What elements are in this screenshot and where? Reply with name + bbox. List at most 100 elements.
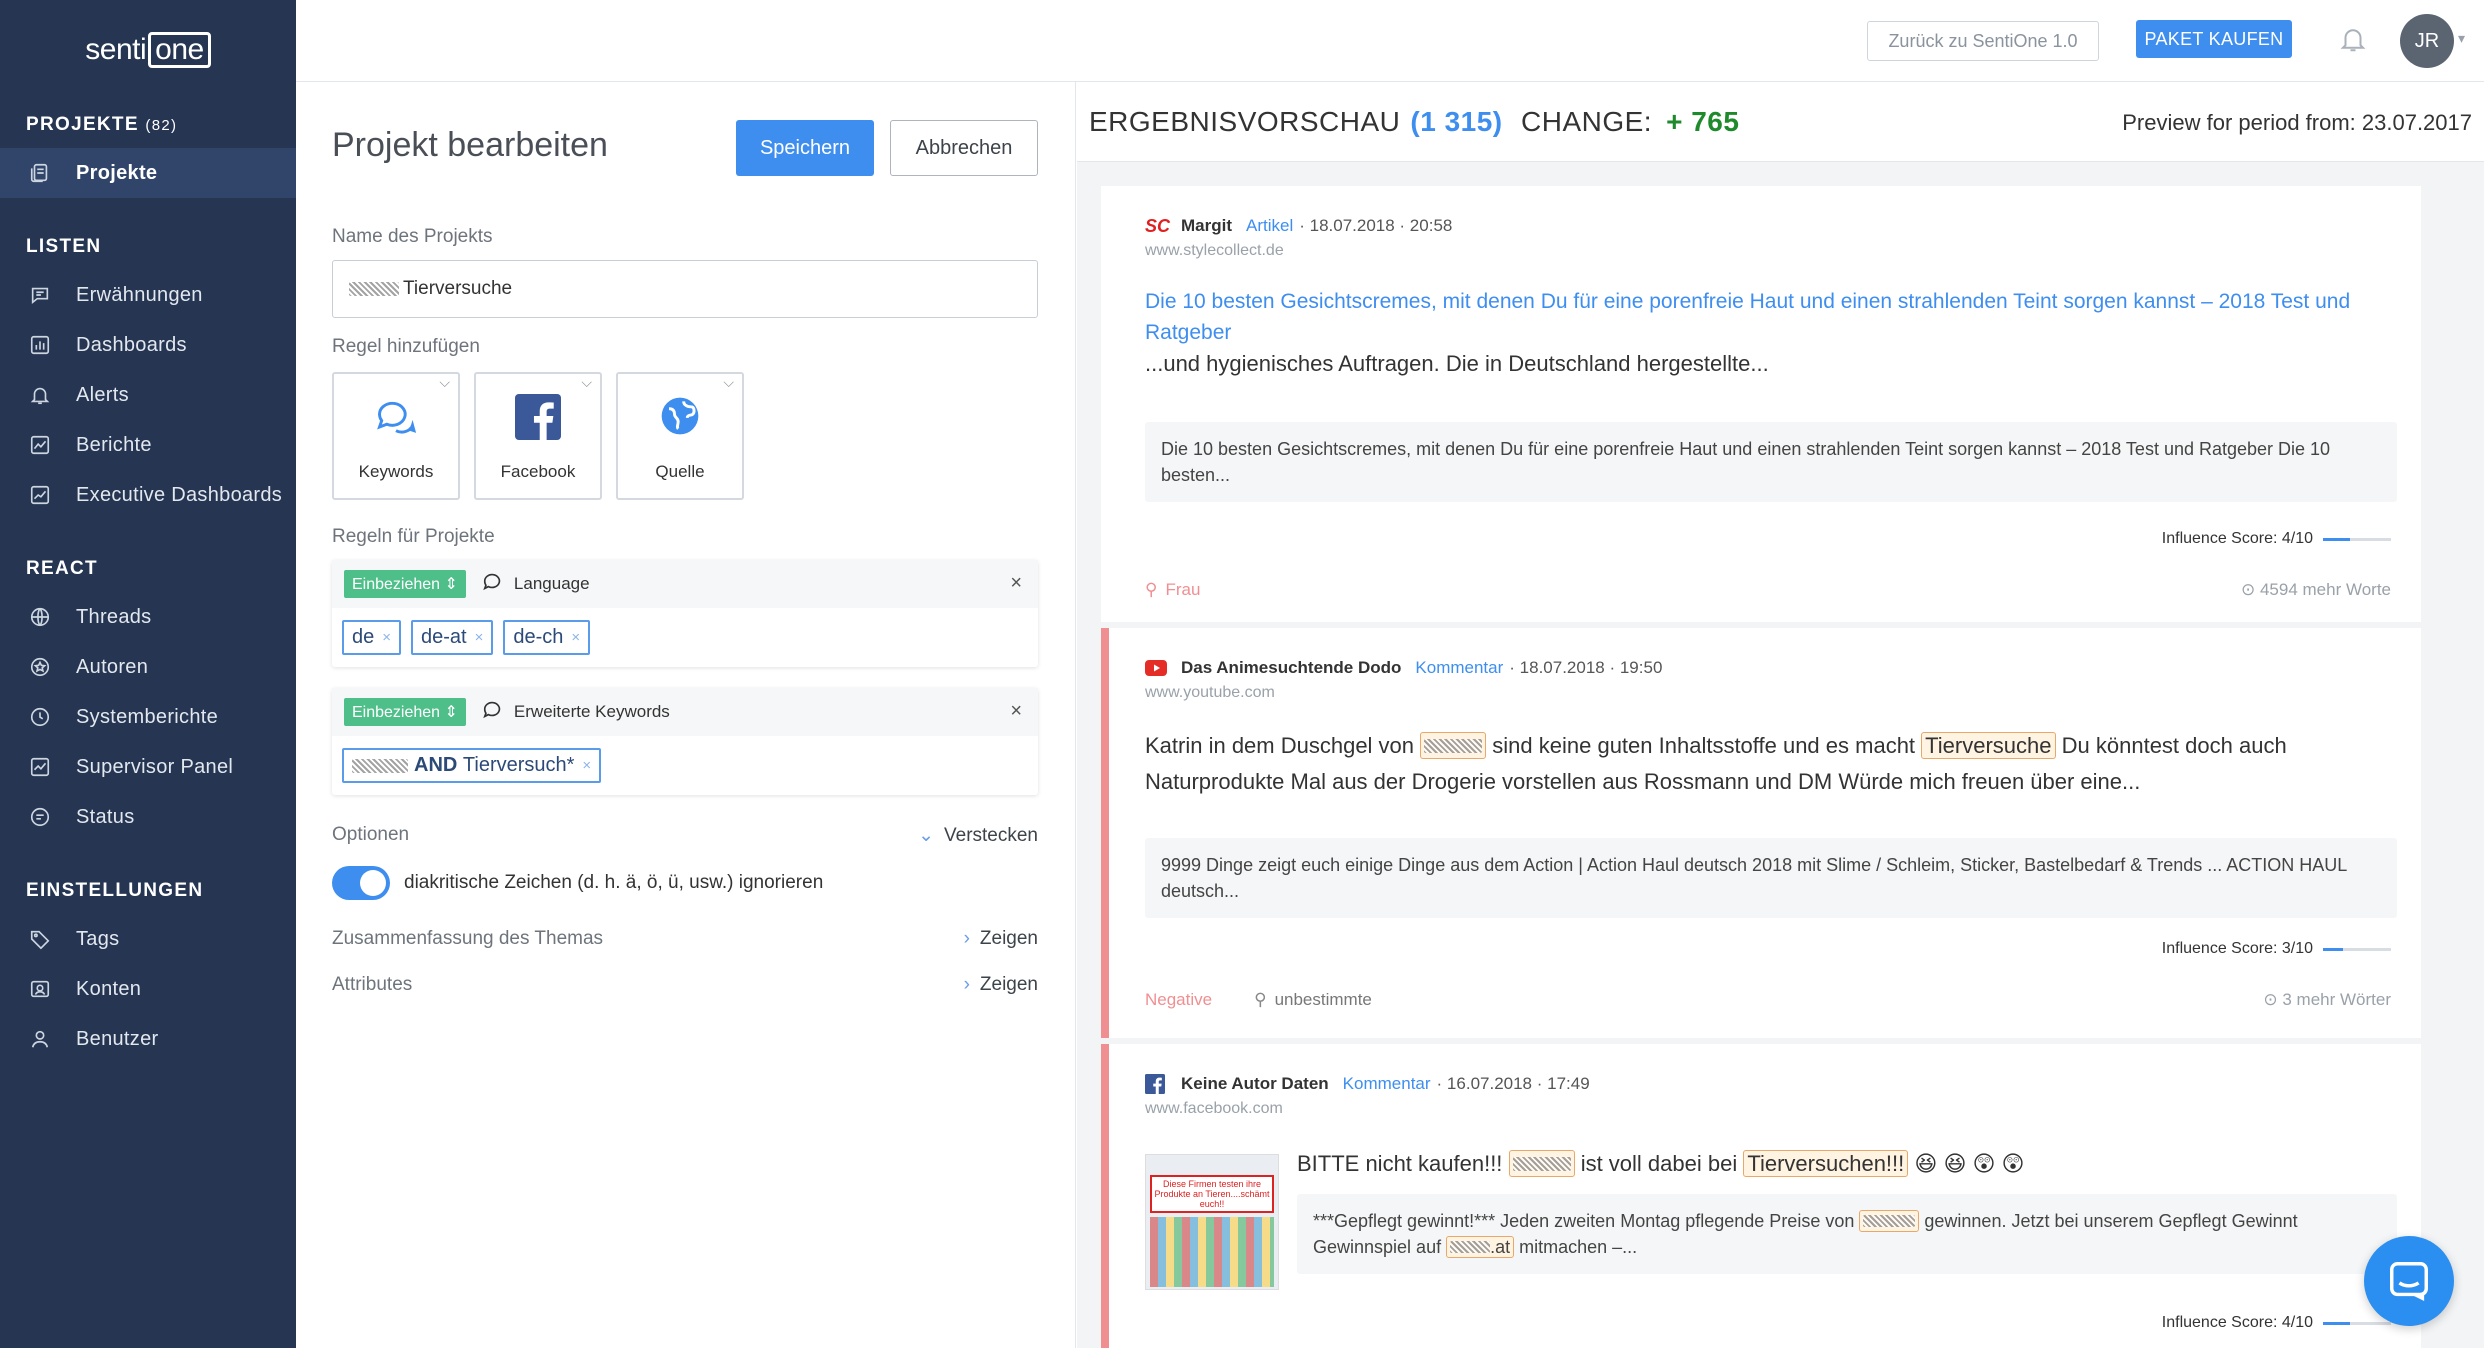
mention-author[interactable]: Das Animesuchtende Dodo [1181, 658, 1401, 678]
language-chip[interactable]: de-ch × [503, 620, 591, 655]
sidebar-item-executive-dashboards[interactable]: Executive Dashboards [0, 470, 296, 520]
sidebar-item-supervisor-panel[interactable]: Supervisor Panel [0, 742, 296, 792]
sidebar-item-erwaehnungen[interactable]: Erwähnungen [0, 270, 296, 320]
globe-icon [618, 394, 742, 444]
sidebar-item-tags[interactable]: Tags [0, 914, 296, 964]
save-button[interactable]: Speichern [736, 120, 874, 176]
blurred-brand-logo [349, 282, 399, 296]
chevron-down-icon: ⌵ [723, 374, 734, 390]
show-summary-link[interactable]: › Zeigen [964, 928, 1038, 950]
influence-bar [2323, 947, 2391, 951]
remove-chip-icon[interactable]: × [382, 629, 391, 646]
sidebar-item-autoren[interactable]: Autoren [0, 642, 296, 692]
sentione-logo[interactable]: senti one [0, 0, 296, 100]
sidebar-item-projekte[interactable]: Projekte [0, 148, 296, 198]
female-icon: ⚲ [1145, 580, 1158, 599]
bell-icon [28, 383, 52, 407]
keyword-chip[interactable]: AND Tierversuch* × [342, 748, 602, 783]
close-icon[interactable]: × [1010, 700, 1022, 723]
section-settings: EINSTELLUNGEN [26, 880, 204, 901]
keyword-highlight: Tierversuche [1921, 732, 2056, 759]
influence-score: Influence Score: 4/10 [2162, 1314, 2391, 1332]
mention-site[interactable]: www.facebook.com [1145, 1100, 1283, 1118]
summary-row: Zusammenfassung des Themas › Zeigen [332, 928, 1038, 950]
notification-bell-icon[interactable] [2338, 24, 2368, 54]
more-words[interactable]: ⊙ 4594 mehr Worte [2241, 580, 2391, 600]
remove-chip-icon[interactable]: × [582, 757, 591, 774]
options-row: Optionen ⌄ Verstecken [332, 824, 1038, 847]
sidebar-item-threads[interactable]: Threads [0, 592, 296, 642]
diacritics-toggle[interactable] [332, 866, 390, 900]
chevron-down-icon: ⌵ [581, 374, 592, 390]
project-name-label: Name des Projekts [332, 226, 493, 247]
language-chip[interactable]: de-at × [411, 620, 494, 655]
mention-author[interactable]: Margit [1181, 216, 1232, 236]
blurred-brand-highlight [1859, 1210, 1920, 1232]
mention-card[interactable]: SC Margit Artikel · 18.07.2018 · 20:58 w… [1101, 186, 2421, 622]
project-name-input[interactable]: Tierversuche [332, 260, 1038, 318]
projects-icon [28, 161, 52, 185]
show-attributes-link[interactable]: › Zeigen [964, 974, 1038, 996]
executive-chart-icon [28, 483, 52, 507]
mention-quote: Die 10 besten Gesichtscremes, mit denen … [1145, 422, 2397, 502]
mention-body: BITTE nicht kaufen!!! ist voll dabei bei… [1297, 1150, 2025, 1177]
gender-tag: unbestimmte [1274, 990, 1372, 1009]
mention-date: · 18.07.2018 · 19:50 [1509, 658, 1663, 677]
close-icon[interactable]: × [1010, 572, 1022, 595]
report-chart-icon [28, 433, 52, 457]
influence-score: Influence Score: 4/10 [2162, 530, 2391, 548]
sidebar-item-dashboards[interactable]: Dashboards [0, 320, 296, 370]
chat-icon [2390, 1262, 2428, 1302]
mention-type: Kommentar [1415, 658, 1504, 677]
rule-card-keywords[interactable]: ⌵ Keywords [332, 372, 460, 500]
buy-package-button[interactable]: PAKET KAUFEN [2136, 20, 2292, 58]
keywords-chat-icon [334, 394, 458, 444]
change-indicator: CHANGE: + 765 [1521, 106, 1740, 137]
avatar-dropdown-icon[interactable]: ▾ [2458, 30, 2465, 47]
sidebar-item-benutzer[interactable]: Benutzer [0, 1014, 296, 1064]
more-words[interactable]: ⊙ 3 mehr Wörter [2263, 990, 2391, 1010]
blurred-domain-highlight: .at [1446, 1236, 1515, 1258]
mention-date: · 16.07.2018 · 17:49 [1436, 1074, 1590, 1093]
user-avatar[interactable]: JR [2400, 14, 2454, 68]
mention-card[interactable]: Das Animesuchtende Dodo Kommentar · 18.0… [1101, 628, 2421, 1038]
blurred-brand-logo [352, 758, 408, 773]
keyword-highlight: Tierversuchen!!! [1743, 1150, 1909, 1177]
sentiment-negative[interactable]: Negative [1145, 990, 1212, 1010]
hide-options-link[interactable]: ⌄ Verstecken [918, 824, 1038, 847]
mention-card[interactable]: Keine Autor Daten Kommentar · 16.07.2018… [1101, 1044, 2421, 1348]
sidebar-item-berichte[interactable]: Berichte [0, 420, 296, 470]
rule-card-facebook[interactable]: ⌵ Facebook [474, 372, 602, 500]
mention-body: Katrin in dem Duschgel von sind keine gu… [1145, 732, 2287, 794]
live-chat-button[interactable] [2364, 1236, 2454, 1326]
remove-chip-icon[interactable]: × [571, 629, 580, 646]
mention-site[interactable]: www.youtube.com [1145, 684, 1275, 702]
sidebar-item-systemberichte[interactable]: Systemberichte [0, 692, 296, 742]
preview-period: Preview for period from: 23.07.2017 [2122, 110, 2472, 135]
include-select[interactable]: Einbeziehen ⇕ [344, 570, 466, 598]
sidebar-item-konten[interactable]: Konten [0, 964, 296, 1014]
post-thumbnail[interactable]: Diese Firmen testen ihre Produkte an Tie… [1145, 1154, 1279, 1290]
section-lists: LISTEN [26, 236, 102, 257]
mention-author[interactable]: Keine Autor Daten [1181, 1074, 1329, 1094]
sentiment-gender-row: Negative ⚲ unbestimmte [1145, 990, 1372, 1010]
chat-bubble-icon [28, 283, 52, 307]
sidebar-item-status[interactable]: Status [0, 792, 296, 842]
top-bar: Zurück zu SentiOne 1.0 PAKET KAUFEN JR ▾ [296, 0, 2484, 82]
back-to-sentione-button[interactable]: Zurück zu SentiOne 1.0 [1867, 21, 2099, 61]
logo-collage [1150, 1217, 1274, 1287]
remove-chip-icon[interactable]: × [475, 629, 484, 646]
mention-headline[interactable]: Die 10 besten Gesichtscremes, mit denen … [1145, 286, 2405, 348]
facebook-icon [476, 394, 600, 444]
chevron-down-icon: ⌄ [918, 825, 934, 846]
include-select[interactable]: Einbeziehen ⇕ [344, 698, 466, 726]
rule-title: Language [513, 574, 590, 593]
cancel-button[interactable]: Abbrechen [890, 120, 1038, 176]
rule-card-quelle[interactable]: ⌵ Quelle [616, 372, 744, 500]
rule-title: Erweiterte Keywords [513, 702, 670, 721]
section-react: REACT [26, 558, 98, 579]
mention-site[interactable]: www.stylecollect.de [1145, 242, 1284, 260]
language-chip[interactable]: de × [342, 620, 402, 655]
mention-body: ...und hygienisches Auftragen. Die in De… [1145, 351, 1769, 376]
sidebar-item-alerts[interactable]: Alerts [0, 370, 296, 420]
